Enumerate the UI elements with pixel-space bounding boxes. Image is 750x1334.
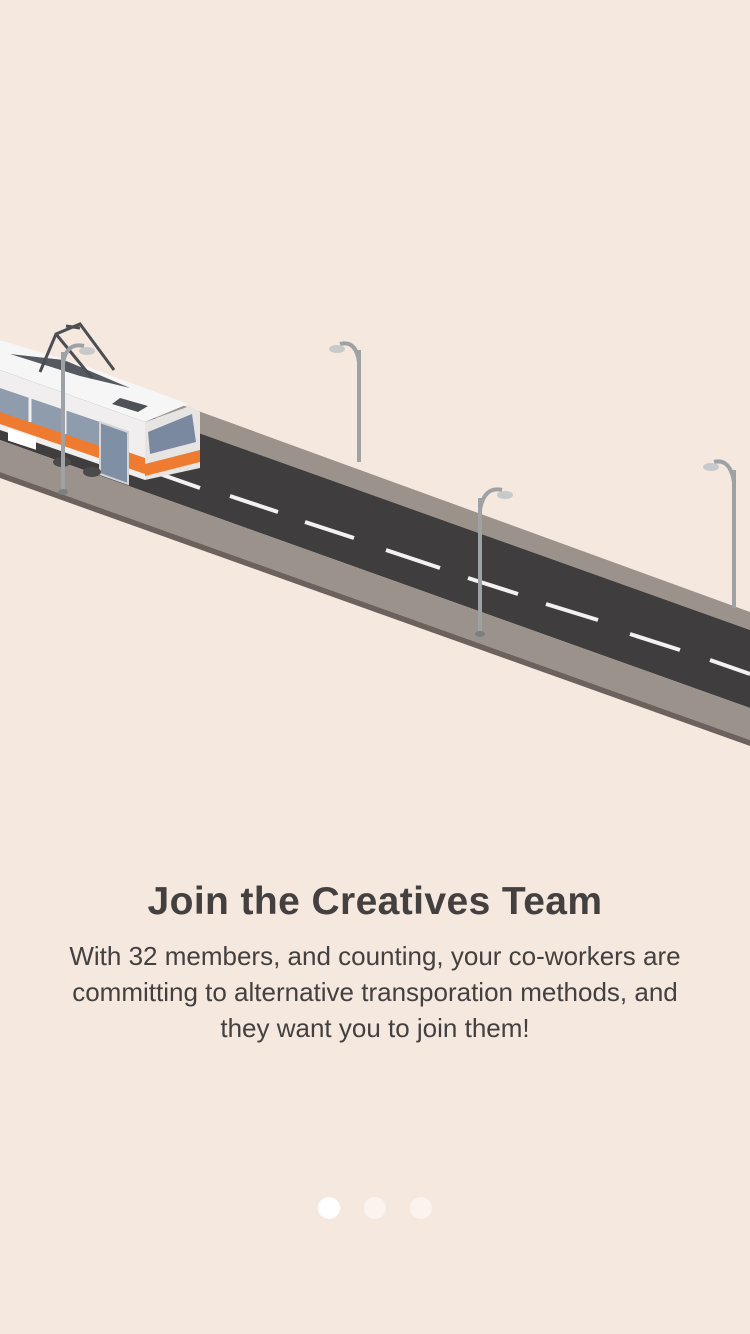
page-indicator-dot-2[interactable] bbox=[364, 1197, 386, 1219]
tram-road-illustration bbox=[0, 322, 750, 746]
onboarding-title: Join the Creatives Team bbox=[147, 880, 603, 923]
onboarding-content: Join the Creatives Team With 32 members,… bbox=[0, 880, 750, 1046]
page-indicator bbox=[0, 1197, 750, 1219]
street-lamp-far-2 bbox=[703, 459, 736, 608]
street-lamp-far-1 bbox=[329, 341, 361, 462]
page-indicator-dot-1[interactable] bbox=[318, 1197, 340, 1219]
page-indicator-dot-3[interactable] bbox=[410, 1197, 432, 1219]
onboarding-description: With 32 members, and counting, your co-w… bbox=[69, 941, 681, 1043]
